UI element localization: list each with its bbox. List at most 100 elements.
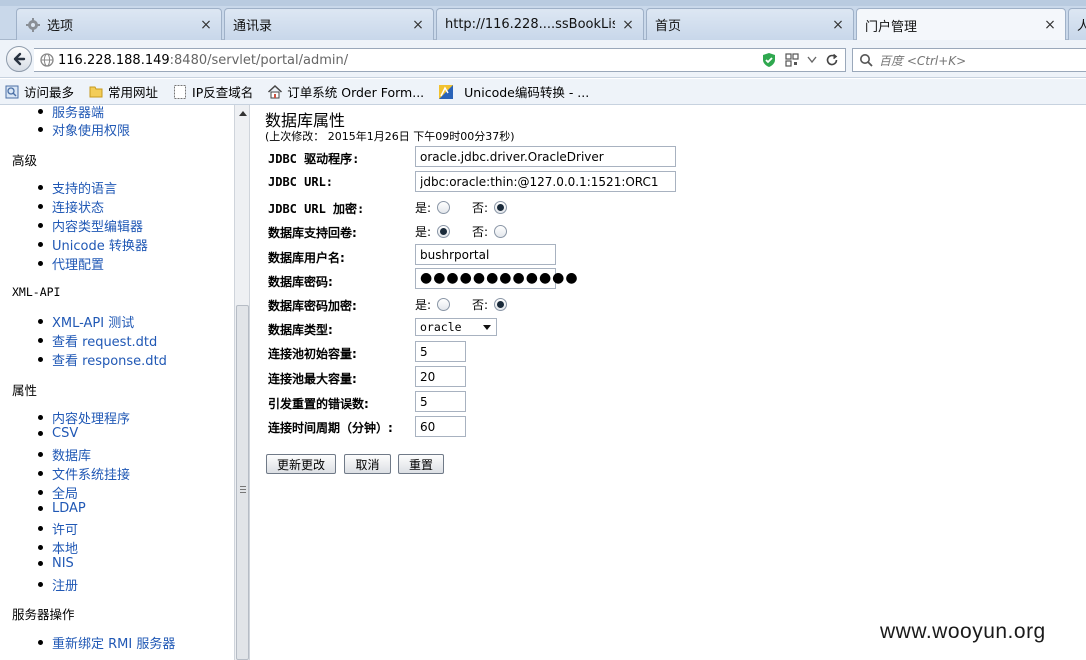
bookmark-label: 订单系统 Order Form...: [287, 85, 425, 100]
rollback-support-no-radio[interactable]: [494, 225, 508, 238]
search-icon: [860, 54, 873, 67]
label-db-type: 数据库类型:: [268, 323, 333, 337]
db-password-encrypt-yes-radio[interactable]: [437, 298, 451, 311]
close-icon[interactable]: ×: [621, 17, 635, 33]
sidebar-item-server-side[interactable]: 服务器端: [38, 105, 104, 121]
sidebar-item-license[interactable]: 许可: [38, 519, 78, 538]
jdbc-driver-input[interactable]: [415, 146, 676, 167]
cancel-button[interactable]: 取消: [344, 454, 391, 474]
pool-max-input[interactable]: [415, 366, 466, 387]
bullet: [38, 338, 43, 343]
sidebar-item-global[interactable]: 全局: [38, 483, 78, 502]
sidebar-item-csv[interactable]: CSV: [38, 426, 78, 441]
close-icon[interactable]: ×: [199, 17, 213, 33]
label-jdbc-url: JDBC URL:: [268, 175, 334, 189]
bookmark-unicode-converter[interactable]: Unicode编码转换 - ...: [438, 82, 589, 101]
connection-timeout-input[interactable]: [415, 416, 466, 437]
jdbc-url-encrypt-yes-radio[interactable]: [437, 201, 451, 214]
sidebar-heading-properties: 属性: [12, 383, 38, 398]
yes-label: 是:: [415, 201, 432, 215]
sidebar-item-rebind-rmi[interactable]: 重新绑定 RMI 服务器: [38, 633, 175, 652]
sidebar-heading-server-ops: 服务器操作: [12, 607, 75, 622]
bookmark-page-icon: [5, 85, 19, 98]
shield-check-icon[interactable]: [761, 52, 777, 68]
tab-contacts[interactable]: 通讯录 ×: [224, 8, 434, 40]
search-box[interactable]: 百度 <Ctrl+K>: [852, 48, 1086, 72]
back-button[interactable]: [6, 46, 32, 72]
bullet: [38, 471, 43, 476]
db-type-select[interactable]: oracle: [415, 318, 497, 336]
bookmark-label: 常用网址: [108, 85, 159, 100]
bookmark-most-visited[interactable]: 访问最多: [4, 82, 74, 101]
reload-icon[interactable]: [825, 53, 839, 67]
sidebar-item-nis[interactable]: NIS: [38, 556, 74, 571]
sidebar-item-filesystem-mount[interactable]: 文件系统挂接: [38, 464, 130, 483]
bookmarks-bar: 访问最多 常用网址 IP反查域名 订单系统 Order Form... Unic…: [0, 79, 1086, 105]
bullet: [38, 640, 43, 645]
tab-partial[interactable]: 人: [1068, 8, 1086, 40]
jdbc-url-encrypt-no-radio[interactable]: [494, 201, 508, 214]
label-rollback-support: 数据库支持回卷:: [268, 226, 357, 240]
sidebar-item-content-type-editor[interactable]: 内容类型编辑器: [38, 216, 143, 235]
unicode-icon: [439, 84, 454, 99]
sidebar-item-unicode-converter[interactable]: Unicode 转换器: [38, 235, 148, 254]
sidebar-item-response-dtd[interactable]: 查看 response.dtd: [38, 350, 167, 369]
db-username-input[interactable]: [415, 244, 556, 265]
sidebar-item-connection-status[interactable]: 连接状态: [38, 197, 104, 216]
close-icon[interactable]: ×: [411, 17, 425, 33]
pool-initial-input[interactable]: [415, 341, 466, 362]
bullet: [38, 127, 43, 132]
blank-page-icon: [174, 84, 187, 99]
update-changes-button[interactable]: 更新更改: [266, 454, 336, 474]
rollback-support-options: 是: 否:: [415, 223, 508, 240]
rollback-support-yes-radio[interactable]: [437, 225, 451, 238]
tab-portal-admin[interactable]: 门户管理 ×: [856, 8, 1066, 41]
globe-icon: [40, 53, 54, 67]
tab-addressbook-list[interactable]: http://116.228....ssBookList.jsp ×: [436, 8, 644, 40]
folder-icon: [89, 86, 103, 97]
close-icon[interactable]: ×: [1043, 17, 1057, 33]
bookmark-common-sites[interactable]: 常用网址: [88, 82, 158, 101]
dropdown-arrow-icon[interactable]: [807, 56, 817, 64]
sidebar-item-languages[interactable]: 支持的语言: [38, 178, 117, 197]
tab-home[interactable]: 首页 ×: [646, 8, 854, 40]
back-arrow-icon: [13, 52, 26, 66]
sidebar-item-request-dtd[interactable]: 查看 request.dtd: [38, 331, 157, 350]
jdbc-url-input[interactable]: [415, 171, 676, 192]
watermark: www.wooyun.org: [880, 620, 1046, 643]
url-bar[interactable]: 116.228.188.149:8480/servlet/portal/admi…: [34, 48, 846, 72]
tab-title: 人: [1077, 19, 1086, 34]
sidebar-scrollbar[interactable]: [234, 105, 250, 660]
error-reset-input[interactable]: [415, 391, 466, 412]
label-db-username: 数据库用户名:: [268, 251, 345, 265]
qr-code-icon[interactable]: [785, 53, 799, 67]
bookmark-order-form[interactable]: 订单系统 Order Form...: [267, 82, 424, 101]
label-pool-initial: 连接池初始容量:: [268, 347, 357, 361]
bullet: [38, 431, 43, 436]
db-password-encrypt-no-radio[interactable]: [494, 298, 508, 311]
sidebar-item-registry[interactable]: 注册: [38, 575, 78, 594]
sidebar-item-local[interactable]: 本地: [38, 538, 78, 557]
bullet: [38, 415, 43, 420]
label-jdbc-url-encrypt: JDBC URL 加密:: [268, 202, 365, 216]
label-connection-timeout: 连接时间周期（分钟）:: [268, 421, 393, 435]
label-db-password-encrypt: 数据库密码加密:: [268, 299, 357, 313]
close-icon[interactable]: ×: [831, 17, 845, 33]
tab-title: http://116.228....ssBookList.jsp: [445, 17, 615, 32]
sidebar-item-object-permissions[interactable]: 对象使用权限: [38, 120, 130, 139]
sidebar-item-xml-api-test[interactable]: XML-API 测试: [38, 312, 134, 331]
reset-button[interactable]: 重置: [398, 454, 444, 474]
sidebar-item-proxy-config[interactable]: 代理配置: [38, 254, 104, 273]
bullet: [38, 526, 43, 531]
db-password-input[interactable]: ●●●●●●●●●●●●: [415, 268, 578, 289]
sidebar-item-content-handlers[interactable]: 内容处理程序: [38, 408, 130, 427]
scrollbar-thumb[interactable]: [236, 305, 249, 660]
bookmark-ip-lookup[interactable]: IP反查域名: [172, 82, 253, 101]
yes-label: 是:: [415, 225, 432, 239]
sidebar-item-ldap[interactable]: LDAP: [38, 501, 86, 516]
tab-options[interactable]: 选项 ×: [16, 8, 222, 40]
sidebar-item-database[interactable]: 数据库: [38, 445, 91, 464]
bullet: [38, 185, 43, 190]
search-placeholder: 百度 <Ctrl+K>: [879, 53, 967, 68]
scroll-up-arrow-icon[interactable]: [239, 111, 247, 116]
